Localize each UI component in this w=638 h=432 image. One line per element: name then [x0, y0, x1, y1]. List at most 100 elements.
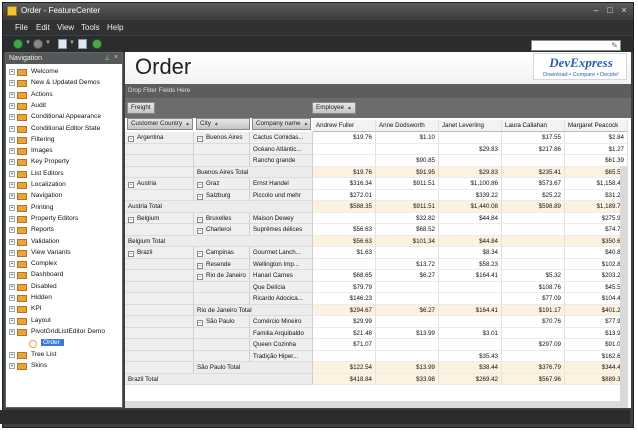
minimize-button[interactable]: –: [589, 5, 603, 16]
value-cell[interactable]: $316.34: [313, 178, 376, 190]
city-cell[interactable]: − Rio de Janeiro: [194, 270, 250, 282]
nav-item[interactable]: + Validation: [6, 237, 122, 248]
field-freight[interactable]: Freight: [127, 102, 155, 114]
value-cell[interactable]: $77.09: [502, 293, 565, 305]
nav-item[interactable]: + Audit: [6, 101, 122, 112]
value-cell[interactable]: $31.29: [565, 189, 628, 201]
expand-icon[interactable]: +: [9, 215, 15, 222]
collapse-icon[interactable]: −: [128, 182, 134, 188]
maximize-button[interactable]: □: [603, 5, 617, 16]
value-cell[interactable]: [439, 316, 502, 328]
vertical-scrollbar[interactable]: [620, 166, 628, 408]
value-cell[interactable]: $79.79: [313, 281, 376, 293]
value-cell[interactable]: $17.55: [502, 132, 565, 144]
value-cell[interactable]: $29.99: [313, 316, 376, 328]
menu-tools[interactable]: Tools: [81, 23, 100, 32]
value-cell[interactable]: $217.86: [502, 143, 565, 155]
devexpress-logo[interactable]: DevExpress Download • Compare • Decide!: [533, 53, 627, 80]
country-cell[interactable]: − Belgium: [125, 212, 194, 224]
value-cell[interactable]: $65.50: [565, 166, 628, 178]
value-cell[interactable]: $1,440.08: [439, 201, 502, 213]
country-cell[interactable]: − Argentina: [125, 132, 194, 144]
value-cell[interactable]: [502, 155, 565, 167]
value-cell[interactable]: [376, 350, 439, 362]
value-cell[interactable]: $13.99: [376, 362, 439, 374]
value-cell[interactable]: $911.51: [376, 178, 439, 190]
expand-icon[interactable]: +: [9, 295, 15, 301]
nav-item[interactable]: Order: [6, 338, 122, 349]
value-cell[interactable]: $68.52: [376, 224, 439, 236]
nav-item[interactable]: + View Variants: [6, 248, 122, 259]
value-cell[interactable]: $13.72: [376, 258, 439, 270]
value-cell[interactable]: [313, 350, 376, 362]
collapse-icon[interactable]: −: [197, 251, 203, 257]
value-cell[interactable]: $56.63: [313, 235, 376, 247]
collapse-icon[interactable]: −: [197, 136, 203, 142]
copy-icon[interactable]: [78, 39, 87, 49]
nav-item[interactable]: + New & Updated Demos: [6, 78, 122, 89]
value-cell[interactable]: $61.39: [565, 155, 628, 167]
value-cell[interactable]: $102.82: [565, 258, 628, 270]
expand-icon[interactable]: +: [9, 249, 15, 256]
expand-icon[interactable]: +: [9, 91, 15, 98]
value-cell[interactable]: $5.32: [502, 270, 565, 282]
value-cell[interactable]: $35.43: [439, 350, 502, 362]
back-icon[interactable]: [33, 39, 43, 49]
row-field-button[interactable]: City ▲: [196, 118, 250, 130]
search-icon[interactable]: ✎: [611, 41, 618, 50]
nav-item[interactable]: + Reports: [6, 225, 122, 236]
back-dropdown-icon[interactable]: ▼: [45, 40, 51, 46]
nav-item[interactable]: + Tree List: [6, 350, 122, 361]
value-cell[interactable]: $40.89: [565, 247, 628, 259]
expand-icon[interactable]: +: [9, 136, 15, 143]
new-dropdown-icon[interactable]: ▼: [25, 40, 31, 46]
expand-icon[interactable]: +: [9, 204, 15, 211]
value-cell[interactable]: $6.27: [376, 304, 439, 316]
value-cell[interactable]: $1.10: [376, 132, 439, 144]
field-employee[interactable]: Employee ▲: [312, 102, 356, 114]
expand-icon[interactable]: +: [9, 148, 15, 155]
value-cell[interactable]: $418.84: [313, 373, 376, 385]
nav-item[interactable]: + Actions: [6, 90, 122, 101]
expand-icon[interactable]: +: [9, 170, 15, 177]
value-cell[interactable]: $2.84: [565, 132, 628, 144]
expand-icon[interactable]: +: [9, 193, 15, 200]
city-cell[interactable]: − Bruxelles: [194, 212, 250, 224]
refresh-icon[interactable]: [92, 39, 102, 49]
country-cell[interactable]: − Austria: [125, 178, 194, 190]
nav-item[interactable]: + Welcome: [6, 67, 122, 78]
nav-item[interactable]: + Skins: [6, 361, 122, 372]
menu-help[interactable]: Help: [107, 23, 123, 32]
value-cell[interactable]: $191.17: [502, 304, 565, 316]
value-cell[interactable]: $19.76: [313, 132, 376, 144]
nav-item[interactable]: + List Editors: [6, 169, 122, 180]
value-cell[interactable]: $29.83: [439, 143, 502, 155]
expand-icon[interactable]: +: [9, 238, 15, 245]
value-cell[interactable]: $108.76: [502, 281, 565, 293]
expand-icon[interactable]: +: [9, 125, 15, 132]
value-cell[interactable]: $350.62: [565, 235, 628, 247]
menu-file[interactable]: File: [15, 23, 28, 32]
collapse-icon[interactable]: −: [197, 216, 203, 223]
value-cell[interactable]: $235.41: [502, 166, 565, 178]
value-cell[interactable]: [502, 235, 565, 247]
value-cell[interactable]: $588.35: [313, 201, 376, 213]
value-cell[interactable]: [439, 155, 502, 167]
column-header[interactable]: Anne Dodsworth: [376, 120, 439, 132]
value-cell[interactable]: [376, 316, 439, 328]
nav-item[interactable]: + KPI: [6, 304, 122, 315]
value-cell[interactable]: $56.63: [313, 224, 376, 236]
row-field-button[interactable]: Customer Country ▲: [127, 118, 193, 130]
nav-item[interactable]: + PivotGridListEditor Demo: [6, 327, 122, 338]
value-cell[interactable]: $101.34: [376, 235, 439, 247]
value-cell[interactable]: $33.98: [376, 373, 439, 385]
collapse-icon[interactable]: −: [197, 193, 203, 200]
horizontal-scrollbar[interactable]: [125, 401, 620, 408]
city-cell[interactable]: − Campinas: [194, 247, 250, 259]
expand-icon[interactable]: +: [9, 306, 15, 313]
value-cell[interactable]: $44.84: [439, 212, 502, 224]
value-cell[interactable]: [439, 281, 502, 293]
value-cell[interactable]: $32.82: [376, 212, 439, 224]
row-field-button[interactable]: Company name ▲: [252, 118, 311, 130]
expand-icon[interactable]: +: [9, 102, 15, 109]
